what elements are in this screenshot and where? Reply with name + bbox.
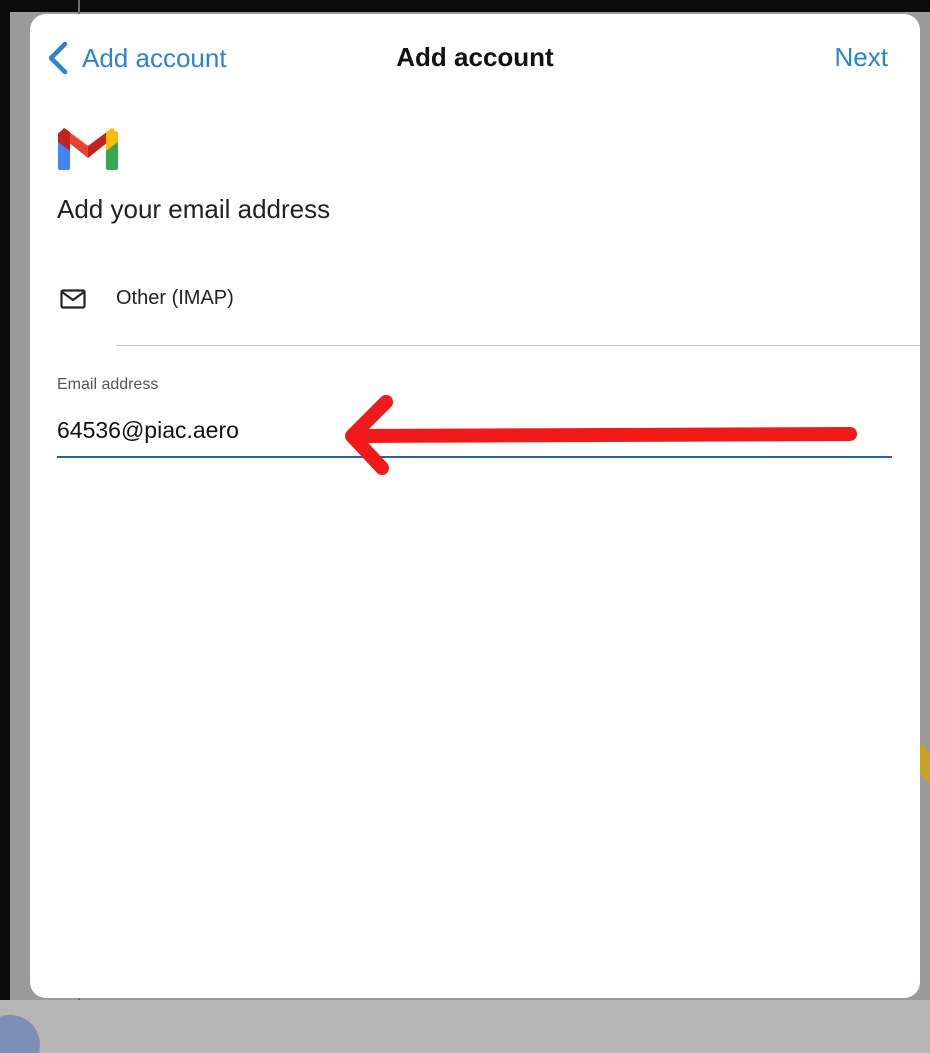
status-bar-area [0, 0, 930, 12]
add-account-sheet: Add account Add account Next Add your em… [30, 14, 920, 998]
email-field[interactable] [57, 408, 892, 452]
navigation-bar: Add account Add account Next [30, 14, 920, 102]
background-bottom-area [0, 1000, 930, 1053]
screen: Add account Add account Next Add your em… [0, 0, 930, 1053]
next-button[interactable]: Next [835, 42, 888, 73]
gmail-logo-icon [58, 128, 118, 170]
mail-icon [60, 289, 86, 309]
provider-option-label: Other (IMAP) [116, 287, 234, 309]
add-email-heading: Add your email address [57, 194, 331, 224]
page-title: Add account [396, 42, 554, 72]
provider-option-imap[interactable]: Other (IMAP) [30, 269, 920, 347]
email-field-label: Email address [57, 376, 159, 393]
divider [116, 345, 920, 346]
email-field-underline [57, 456, 892, 458]
screen-edge [0, 0, 10, 1053]
